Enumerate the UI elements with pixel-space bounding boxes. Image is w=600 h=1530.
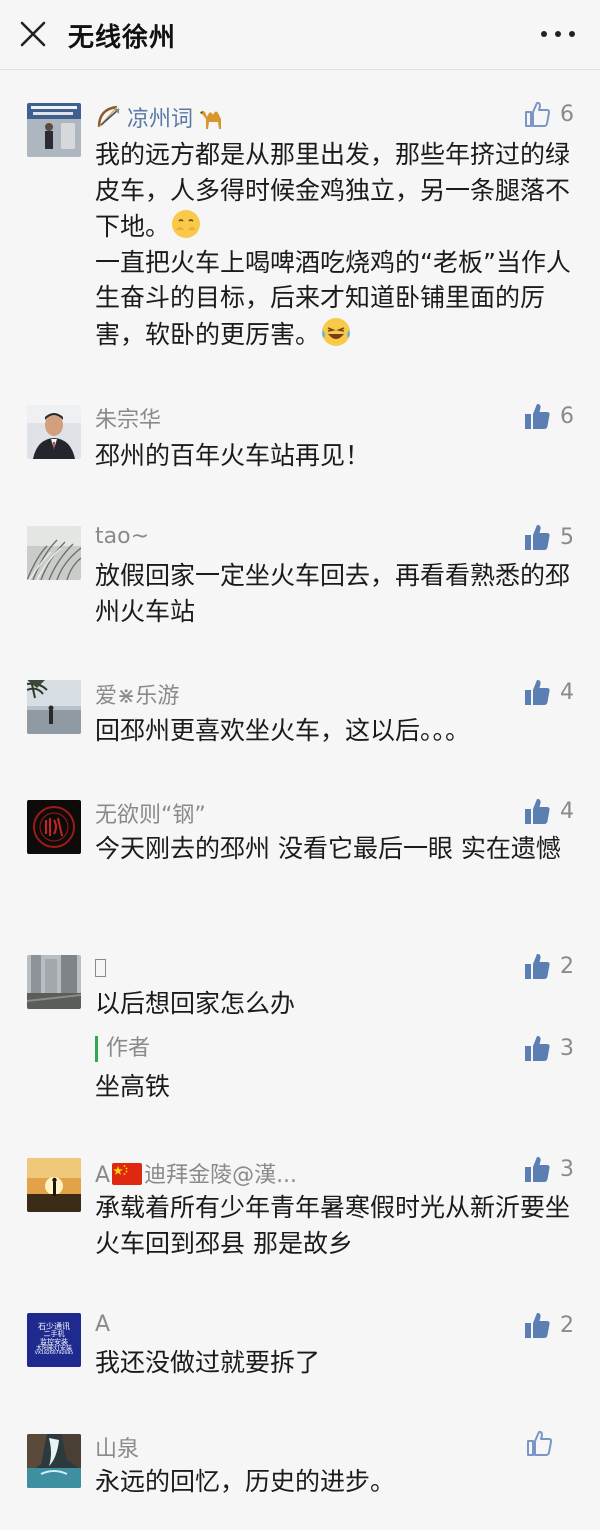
comment-line: 今天刚去的邳州 没看它最后一眼 实在遗憾 [95, 834, 561, 863]
like-count: 4 [560, 679, 574, 705]
avatar[interactable] [27, 1434, 81, 1488]
commenter-name[interactable]: 凉州词 [95, 101, 227, 133]
reply-text: 坐高铁 [95, 1069, 575, 1105]
avatar[interactable] [27, 1158, 81, 1212]
comment-line: 我的远方都是从那里出发，那些年挤过的绿皮车，人多得时候金鸡独立，另一条腿落不下地… [95, 140, 571, 241]
comment-text: 以后想回家怎么办 [95, 986, 575, 1022]
commenter-name[interactable]: A 迪拜金陵@漢... [95, 1157, 297, 1189]
comment-line: 承载着所有少年青年暑寒假时光从新沂要坐火车回到邳县 那是故乡 [95, 1193, 571, 1258]
avatar[interactable] [27, 103, 81, 157]
commenter-name-text: 凉州词 [127, 107, 194, 132]
like-button[interactable] [524, 1427, 574, 1459]
like-count: 3 [560, 1035, 574, 1061]
thumbs-up-filled-icon [525, 1312, 550, 1338]
commenter-name[interactable]: A [95, 1312, 110, 1337]
bow-and-arrow-icon [97, 105, 120, 128]
comment-line: 坐高铁 [95, 1072, 171, 1101]
thumbs-up-filled-icon [525, 953, 550, 979]
like-button[interactable]: 4 [522, 676, 574, 708]
thumbs-up-filled-icon [525, 798, 550, 824]
like-count: 2 [560, 1312, 574, 1338]
comment-line: 以后想回家怎么办 [95, 989, 296, 1018]
close-icon[interactable] [16, 17, 50, 51]
avatar[interactable] [27, 405, 81, 459]
commenter-name[interactable]: 无欲则“钢” [95, 797, 206, 829]
comment-line: 我还没做过就要拆了 [95, 1348, 321, 1377]
thumbs-up-outline-icon [527, 1430, 553, 1456]
like-count: 5 [560, 524, 574, 550]
comment-text: 放假回家一定坐火车回去，再看看熟悉的邳州火车站 [95, 558, 575, 629]
commenter-name[interactable]: tao~ [95, 524, 149, 549]
like-count: 6 [560, 403, 574, 429]
comment-text: 今天刚去的邳州 没看它最后一眼 实在遗憾 [95, 831, 575, 867]
like-count: 4 [560, 798, 574, 824]
more-options-icon[interactable] [536, 22, 580, 46]
avatar[interactable] [27, 955, 81, 1009]
like-button[interactable]: 4 [522, 795, 574, 827]
like-button[interactable]: 6 [522, 400, 574, 432]
placeholder-glyph-icon [95, 959, 106, 977]
commenter-name[interactable]: 山泉 [95, 1431, 139, 1463]
comment-text: 邳州的百年火车站再见！ [95, 438, 575, 474]
like-button[interactable]: 6 [522, 98, 574, 130]
comment-line: 放假回家一定坐火车回去，再看看熟悉的邳州火车站 [95, 561, 571, 626]
thumbs-up-outline-icon [525, 101, 551, 127]
camel-icon [200, 110, 222, 129]
commenter-name[interactable] [95, 955, 106, 980]
comment-text: 我的远方都是从那里出发，那些年挤过的绿皮车，人多得时候金鸡独立，另一条腿落不下地… [95, 137, 575, 352]
like-count: 3 [560, 1156, 574, 1182]
thumbs-up-filled-icon [525, 679, 550, 705]
thumbs-up-filled-icon [525, 524, 550, 550]
china-flag-icon [112, 1163, 143, 1185]
covering-mouth-face-icon [172, 210, 201, 238]
avatar[interactable] [27, 800, 81, 854]
comment-text: 永远的回忆，历史的进步。 [95, 1464, 575, 1500]
comment-line: 回邳州更喜欢坐火车，这以后。。。 [95, 716, 471, 745]
author-reply-tag: 作者 [95, 1036, 150, 1062]
avatar-ad-text: 石少通讯 二手机 监控安装 太阳能灯安装 VX18260792685 [27, 1313, 81, 1367]
commenter-name-text: 迪拜金陵@漢... [144, 1163, 298, 1188]
like-count: 6 [560, 101, 574, 127]
comment-line: 邳州的百年火车站再见！ [95, 441, 371, 470]
like-count: 2 [560, 953, 574, 979]
like-button[interactable]: 5 [522, 521, 574, 553]
like-button[interactable]: 2 [522, 950, 574, 982]
commenter-name[interactable]: 爱⋇乐游 [95, 678, 179, 710]
thumbs-up-filled-icon [525, 1035, 550, 1061]
top-bar: 无线徐州 [0, 0, 600, 70]
avatar[interactable] [27, 526, 81, 580]
comment-line: 永远的回忆，历史的进步。 [95, 1467, 396, 1496]
avatar-text-line: VX18260792685 [34, 1351, 74, 1357]
reply-like-button[interactable]: 3 [522, 1032, 574, 1064]
commenter-name-prefix: A [95, 1163, 111, 1188]
comment-text: 承载着所有少年青年暑寒假时光从新沂要坐火车回到邳县 那是故乡 [95, 1190, 575, 1261]
laughing-tears-face-icon [322, 317, 351, 346]
comment-text: 回邳州更喜欢坐火车，这以后。。。 [95, 713, 575, 749]
avatar[interactable] [27, 680, 81, 734]
page-title: 无线徐州 [68, 23, 177, 53]
like-button[interactable]: 3 [522, 1153, 574, 1185]
like-button[interactable]: 2 [522, 1309, 574, 1341]
comment-text: 我还没做过就要拆了 [95, 1345, 575, 1381]
commenter-name[interactable]: 朱宗华 [95, 402, 161, 434]
thumbs-up-filled-icon [525, 403, 550, 429]
avatar[interactable]: 石少通讯 二手机 监控安装 太阳能灯安装 VX18260792685 [27, 1313, 81, 1367]
thumbs-up-filled-icon [525, 1156, 550, 1182]
